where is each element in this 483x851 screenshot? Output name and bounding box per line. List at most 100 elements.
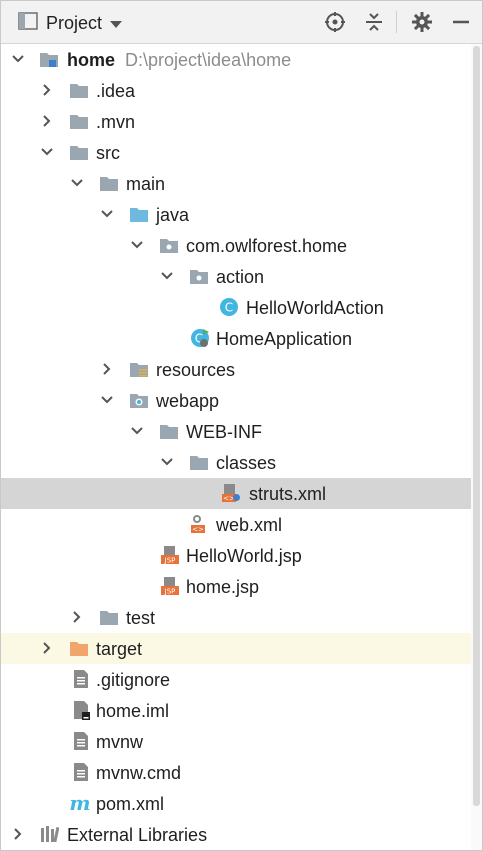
chevron-down-icon[interactable] [129,237,145,253]
tree-node-package[interactable]: com.owlforest.home [1,230,471,261]
tree-node-pom-xml[interactable]: m pom.xml [1,788,471,819]
project-tool-window: Project home D:\project\idea\home .idea [0,0,483,851]
svg-text:m: m [70,793,90,813]
tree-node-label: mvnw [96,732,144,752]
tree-node-label: web.xml [216,515,283,535]
tree-node-java[interactable]: java [1,199,471,230]
chevron-right-icon[interactable] [39,82,55,98]
spring-boot-class-icon: C [191,329,209,347]
tree-node-label: action [216,267,265,287]
folder-icon [70,146,88,160]
tree-node-mvnw-cmd[interactable]: mvnw.cmd [1,757,471,788]
tree-node-label: src [96,143,120,163]
chevron-down-icon[interactable] [159,268,175,284]
svg-text:JSP: JSP [164,588,176,596]
chevron-down-icon[interactable] [10,51,26,67]
module-folder-icon [40,53,58,67]
package-icon [190,270,208,284]
chevron-down-icon[interactable] [99,392,115,408]
tree-node-label: mvnw.cmd [96,763,182,783]
project-view-icon [18,11,38,35]
svg-text:<>: <> [192,526,204,534]
chevron-down-icon[interactable] [99,206,115,222]
tree-node-resources[interactable]: resources [1,354,471,385]
tree-node-label: test [126,608,156,628]
chevron-right-icon[interactable] [39,640,55,656]
folder-icon [100,177,118,191]
maven-icon: m [70,793,90,813]
tree-node-home-application[interactable]: C HomeApplication [1,323,471,354]
svg-text:C: C [225,301,233,315]
hide-button[interactable] [448,9,474,35]
tree-node-classes[interactable]: classes [1,447,471,478]
library-icon [41,826,59,843]
tree-node-label: classes [216,453,277,473]
tree-node-target[interactable]: target [1,633,471,664]
tree-node-web-xml[interactable]: <> web.xml [1,509,471,540]
package-icon [160,239,178,253]
svg-text:JSP: JSP [164,557,176,565]
folder-icon [160,425,178,439]
tree-node-idea[interactable]: .idea [1,75,471,106]
tree-node-external-libraries[interactable]: External Libraries [1,819,471,850]
tree-node-hello-world-jsp[interactable]: JSP HelloWorld.jsp [1,540,471,571]
tree-node-label: target [96,639,143,659]
java-class-icon: C [220,298,238,316]
chevron-right-icon[interactable] [99,361,115,377]
tree-node-home[interactable]: home D:\project\idea\home [1,44,471,75]
scrollbar-thumb[interactable] [473,46,480,806]
module-path: D:\project\idea\home [125,50,292,70]
tree-node-label: com.owlforest.home [186,236,348,256]
web-xml-file-icon: <> [191,515,205,534]
view-selector-dropdown[interactable]: Project [18,11,123,35]
iml-file-icon [74,701,90,720]
locate-button[interactable] [322,9,348,35]
source-folder-icon [130,208,148,222]
tree-node-label: webapp [156,391,220,411]
tree-node-src[interactable]: src [1,137,471,168]
vertical-scrollbar[interactable] [471,44,482,850]
module-name: home [67,50,116,70]
settings-button[interactable] [409,9,435,35]
chevron-right-icon[interactable] [10,826,26,842]
chevron-down-icon[interactable] [39,144,55,160]
tree-node-label: .mvn [96,112,136,132]
chevron-down-icon[interactable] [129,423,145,439]
jsp-file-icon: JSP [161,546,179,565]
tree-node-web-inf[interactable]: WEB-INF [1,416,471,447]
view-selector-label: Project [46,12,103,33]
tree-node-action[interactable]: action [1,261,471,292]
tree-node-label: resources [156,360,236,380]
tree-node-hello-world-action[interactable]: C HelloWorldAction [1,292,471,323]
tree-node-label: External Libraries [67,825,208,845]
resources-folder-icon [130,363,148,377]
tree-node-label: java [156,205,190,225]
tree-node-struts-xml[interactable]: <> struts.xml [1,478,471,509]
tree-node-mvn[interactable]: .mvn [1,106,471,137]
tree-node-home-iml[interactable]: home.iml [1,695,471,726]
tree-node-mvnw[interactable]: mvnw [1,726,471,757]
tree-node-test[interactable]: test [1,602,471,633]
chevron-down-icon[interactable] [159,454,175,470]
folder-icon [100,611,118,625]
tree-node-webapp[interactable]: webapp [1,385,471,416]
locate-icon [325,12,345,32]
minimize-icon [453,20,469,24]
tree-node-label: .gitignore [96,670,171,690]
collapse-all-button[interactable] [361,9,387,35]
tree-node-label: HomeApplication [216,329,353,349]
excluded-folder-icon [70,642,88,656]
tool-window-header: Project [1,1,482,44]
tree-node-label: .idea [96,81,136,101]
tree-node-home-jsp[interactable]: JSP home.jsp [1,571,471,602]
web-folder-icon [130,394,148,408]
text-file-icon [74,763,88,781]
text-file-icon [74,670,88,688]
tree-node-main[interactable]: main [1,168,471,199]
chevron-right-icon[interactable] [39,113,55,129]
tree-node-gitignore[interactable]: .gitignore [1,664,471,695]
chevron-right-icon[interactable] [69,609,85,625]
chevron-down-icon[interactable] [69,175,85,191]
folder-icon [190,456,208,470]
tree-node-label: WEB-INF [186,422,262,442]
